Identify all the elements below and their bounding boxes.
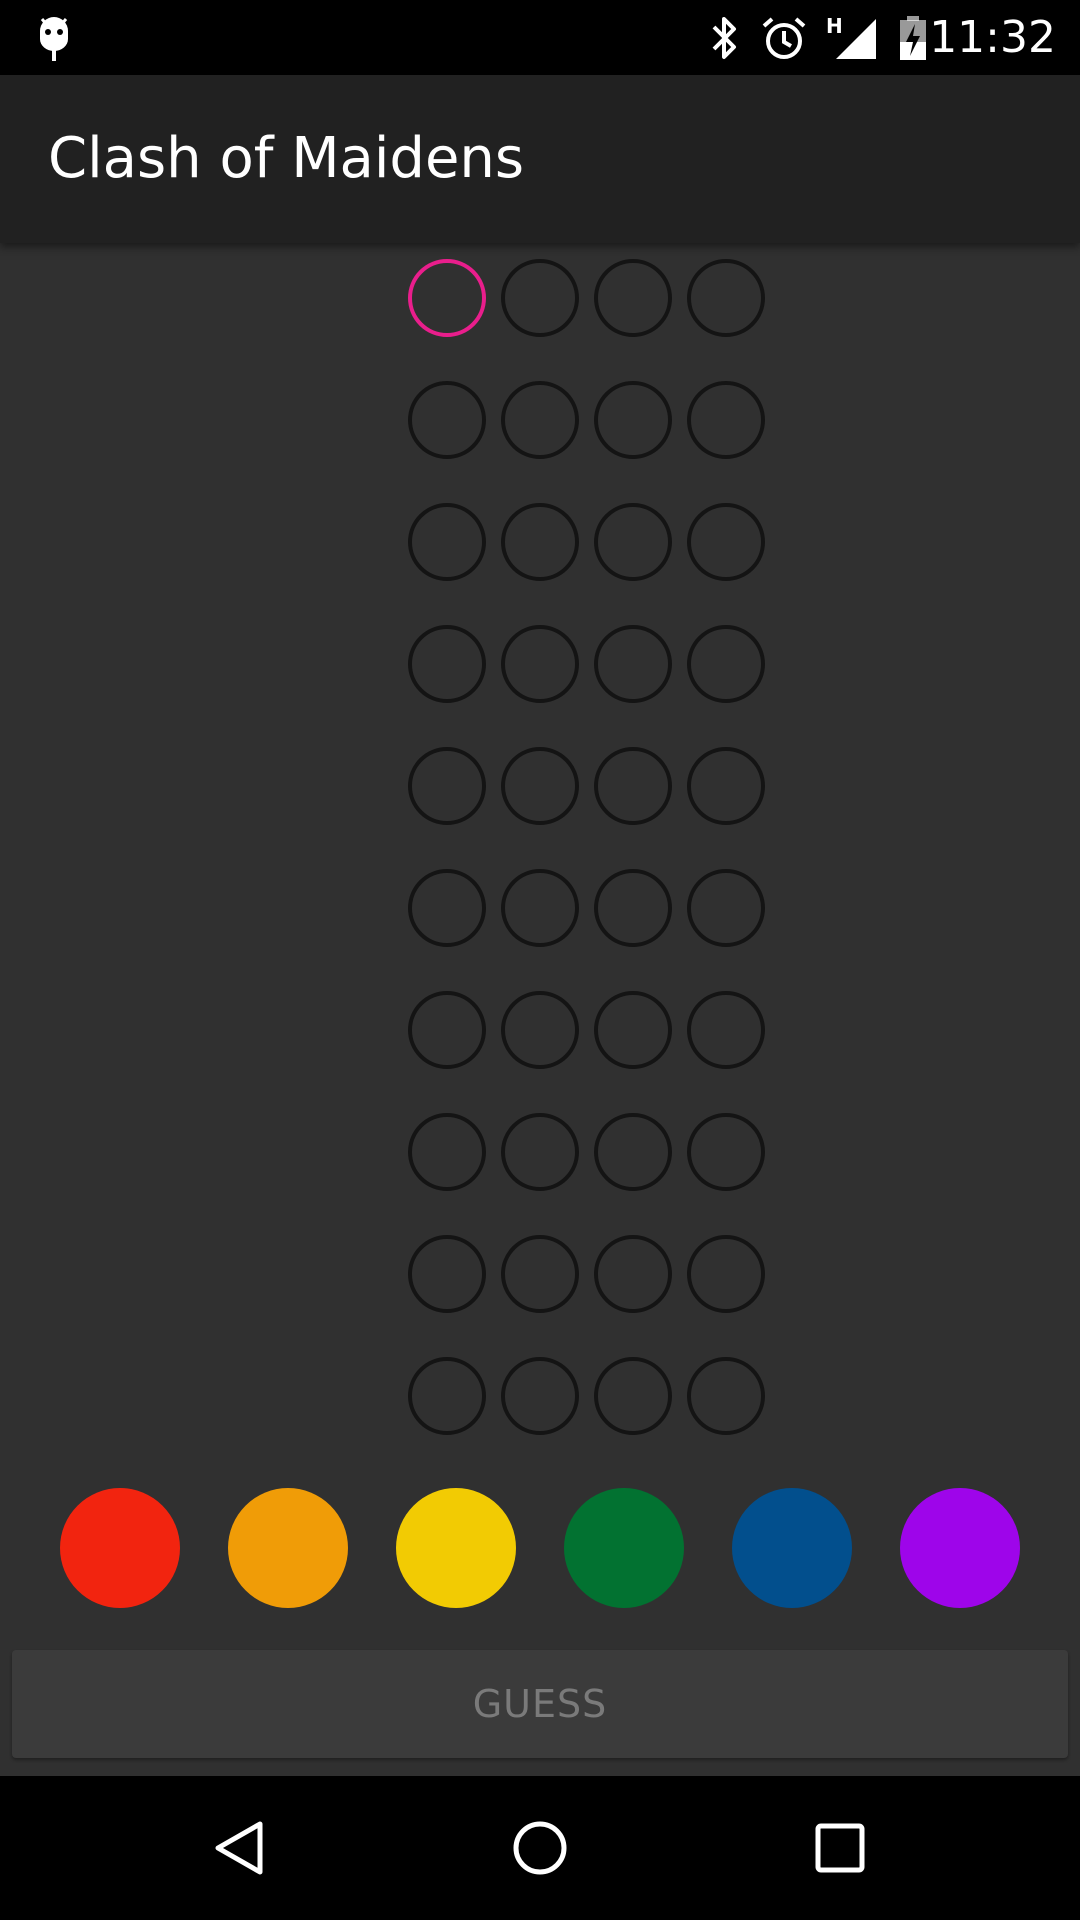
peg-slot[interactable]: [687, 1357, 765, 1435]
home-button[interactable]: [460, 1776, 620, 1920]
peg-slot[interactable]: [594, 1357, 672, 1435]
status-bar: H 11:32: [0, 0, 1080, 75]
recents-icon: [815, 1823, 865, 1873]
peg-slot[interactable]: [408, 869, 486, 947]
peg-slot[interactable]: [594, 869, 672, 947]
color-purple-button[interactable]: [900, 1488, 1020, 1608]
peg-slot[interactable]: [408, 1357, 486, 1435]
color-orange-button[interactable]: [228, 1488, 348, 1608]
peg-slot[interactable]: [408, 1235, 486, 1313]
signal-icon: H: [826, 0, 878, 75]
peg-slot[interactable]: [687, 991, 765, 1069]
back-button[interactable]: [160, 1776, 320, 1920]
peg-slot[interactable]: [501, 503, 579, 581]
peg-slot[interactable]: [501, 1113, 579, 1191]
clock: 11:32: [929, 12, 1056, 63]
peg-slot[interactable]: [408, 747, 486, 825]
peg-slot[interactable]: [687, 503, 765, 581]
color-red-button[interactable]: [60, 1488, 180, 1608]
guess-board: [0, 243, 1080, 1435]
peg-slot[interactable]: [594, 259, 672, 337]
peg-slot[interactable]: [687, 259, 765, 337]
navigation-bar: [0, 1776, 1080, 1920]
peg-slot[interactable]: [408, 625, 486, 703]
peg-slot[interactable]: [501, 381, 579, 459]
battery-charging-icon: [898, 0, 928, 75]
peg-slot[interactable]: [501, 1235, 579, 1313]
network-type-label: H: [826, 14, 843, 38]
peg-slot[interactable]: [501, 747, 579, 825]
peg-slot[interactable]: [594, 747, 672, 825]
peg-slot[interactable]: [594, 1113, 672, 1191]
peg-slot[interactable]: [687, 381, 765, 459]
app-title: Clash of Maidens: [48, 126, 525, 191]
recents-button[interactable]: [760, 1776, 920, 1920]
peg-slot[interactable]: [408, 381, 486, 459]
peg-slot[interactable]: [594, 381, 672, 459]
peg-slot[interactable]: [408, 991, 486, 1069]
home-icon: [513, 1821, 567, 1875]
peg-slot[interactable]: [594, 991, 672, 1069]
bluetooth-icon: [706, 0, 742, 75]
peg-slot[interactable]: [687, 1235, 765, 1313]
color-yellow-button[interactable]: [396, 1488, 516, 1608]
peg-slot[interactable]: [687, 869, 765, 947]
android-debug-icon: [34, 0, 74, 75]
alarm-icon: [760, 0, 808, 75]
peg-slot[interactable]: [501, 869, 579, 947]
peg-slot[interactable]: [501, 991, 579, 1069]
peg-slot[interactable]: [687, 747, 765, 825]
back-icon: [215, 1821, 263, 1875]
peg-slot[interactable]: [594, 1235, 672, 1313]
peg-slot[interactable]: [501, 259, 579, 337]
peg-slot[interactable]: [687, 1113, 765, 1191]
peg-slot[interactable]: [687, 625, 765, 703]
peg-slot[interactable]: [594, 503, 672, 581]
peg-slot-selected[interactable]: [408, 259, 486, 337]
guess-button[interactable]: GUESS: [12, 1650, 1068, 1758]
peg-slot[interactable]: [501, 1357, 579, 1435]
peg-slot[interactable]: [594, 625, 672, 703]
peg-slot[interactable]: [408, 503, 486, 581]
color-blue-button[interactable]: [732, 1488, 852, 1608]
color-green-button[interactable]: [564, 1488, 684, 1608]
peg-slot[interactable]: [501, 625, 579, 703]
app-bar: Clash of Maidens: [0, 75, 1080, 243]
peg-slot[interactable]: [408, 1113, 486, 1191]
